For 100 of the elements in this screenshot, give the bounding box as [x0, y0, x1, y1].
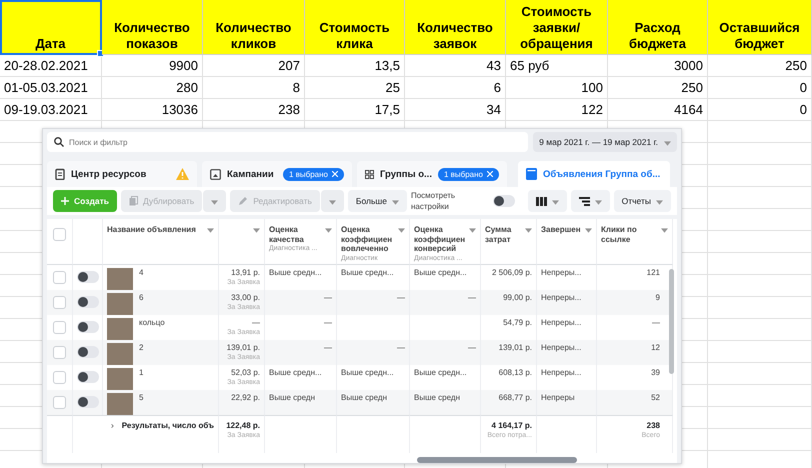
table-cell-text: —	[468, 343, 476, 354]
reports-button[interactable]: Отчеты	[614, 190, 671, 212]
summary-value: 238	[646, 421, 660, 431]
photo-placeholder	[107, 268, 133, 290]
toggle-switch[interactable]	[77, 321, 99, 333]
sort-icon	[661, 228, 668, 233]
table-cell-text: 39	[651, 368, 660, 379]
table-cell: 6	[405, 77, 506, 99]
column-header[interactable]: Сумма затрат	[481, 219, 537, 265]
table-cell-text: 121	[646, 268, 660, 279]
table-cell-text: —	[324, 293, 332, 304]
copy-icon	[128, 196, 138, 206]
table-cell: 8	[203, 77, 305, 99]
table-cell-text: —	[324, 343, 332, 354]
breakdown-button[interactable]	[570, 190, 610, 212]
breakdown-icon	[578, 196, 590, 206]
cost-value: 52,03 р.	[231, 368, 260, 378]
column-header[interactable]: Завершен	[537, 219, 597, 265]
close-icon[interactable]	[332, 171, 338, 177]
dropdown-button[interactable]	[203, 190, 226, 212]
checkbox[interactable]	[53, 228, 66, 241]
ad-name[interactable]: 2	[139, 343, 144, 362]
checkbox[interactable]	[53, 371, 66, 384]
checkbox[interactable]	[53, 396, 66, 409]
photo-placeholder	[107, 293, 133, 315]
checkbox[interactable]	[53, 296, 66, 309]
date-range-dropdown[interactable]: 9 мар 2021 г. — 19 мар 2021 г.	[533, 132, 677, 152]
table-cell: 250	[708, 55, 812, 77]
toggle-switch[interactable]	[77, 396, 99, 408]
table-cell: 0	[708, 77, 812, 99]
column-header[interactable]: Клики по ссылке	[597, 219, 673, 265]
sort-icon	[585, 228, 592, 233]
caret-icon	[211, 200, 218, 205]
summary-label: Результаты, число объ	[122, 421, 214, 431]
toggle-switch[interactable]	[492, 195, 515, 207]
ad-name[interactable]: 1	[139, 368, 144, 387]
cost-value: 13,91 р.	[231, 268, 260, 278]
column-header[interactable]: Название объявления	[103, 219, 219, 265]
sort-icon	[525, 228, 532, 233]
table-cell-text: Непреры...	[541, 293, 582, 304]
search-field[interactable]: Поиск и фильтр	[47, 132, 528, 152]
selection-chip[interactable]: 1 выбрано	[282, 168, 344, 180]
dropdown-button[interactable]	[320, 190, 344, 212]
close-icon[interactable]	[487, 171, 493, 177]
table-cell-text: 9	[656, 293, 660, 304]
table-cell: 100	[506, 77, 608, 99]
scrollbar[interactable]	[669, 269, 674, 374]
selection-chip[interactable]: 1 выбрано	[438, 168, 499, 180]
ad-name[interactable]: 5	[139, 393, 144, 412]
grid-icon	[365, 168, 374, 180]
tab[interactable]: Кампании 1 выбрано	[202, 161, 352, 187]
cost-value: 139,01 р.	[226, 343, 260, 353]
table-cell: 280	[102, 77, 203, 99]
table-cell-text: Непреры...	[541, 268, 582, 279]
chevron-icon[interactable]	[111, 422, 114, 430]
table-cell-text: Выше средн...	[341, 368, 394, 379]
table-cell-text: Непреры...	[541, 368, 582, 379]
table-cell: 20-28.02.2021	[0, 55, 102, 77]
photo-placeholder	[107, 318, 133, 340]
tab[interactable]: Группы о... 1 выбрано	[357, 161, 507, 187]
tab[interactable]: Объявления Группа об...	[518, 161, 670, 187]
tab[interactable]: Центр ресурсов	[47, 161, 197, 187]
clipboard-icon	[55, 168, 65, 180]
table-cell: 9900	[102, 55, 203, 77]
ad-name[interactable]: кольцо	[139, 318, 165, 337]
table-cell: 13,5	[305, 55, 405, 77]
cost-value: —	[252, 318, 260, 328]
checkbox[interactable]	[53, 321, 66, 334]
table-cell-text: Непреры	[541, 393, 575, 404]
columns-icon	[536, 196, 547, 206]
table-cell-text: Выше средн...	[269, 268, 322, 279]
toggle-switch[interactable]	[77, 296, 99, 308]
ad-name[interactable]: 6	[139, 293, 144, 312]
header-cell: Количество заявок	[405, 0, 506, 55]
toggle-switch[interactable]	[77, 346, 99, 358]
checkbox[interactable]	[53, 346, 66, 359]
scrollbar[interactable]	[417, 457, 577, 463]
caret-icon	[656, 200, 663, 205]
toggle-switch[interactable]	[77, 271, 99, 283]
table-cell-text: 608,13 р.	[498, 368, 532, 379]
table-cell-text: Непреры...	[541, 343, 582, 354]
checkbox[interactable]	[53, 271, 66, 284]
table-cell-text: Выше средн...	[414, 368, 467, 379]
toggle-switch[interactable]	[77, 371, 99, 383]
table-cell-text: Непреры...	[541, 318, 582, 329]
table-cell: 207	[203, 55, 305, 77]
photo-placeholder	[107, 393, 133, 415]
columns-button[interactable]	[528, 190, 567, 212]
table-cell-text: 139,01 р.	[498, 343, 532, 354]
more-button[interactable]: Больше	[348, 190, 407, 212]
table-cell-text: Выше средн...	[341, 268, 394, 279]
tab-label: Центр ресурсов	[71, 168, 146, 180]
sort-icon	[325, 228, 332, 233]
header-cell: Стоимость клика	[305, 0, 405, 55]
ad-name[interactable]: 4	[139, 268, 144, 287]
caret-icon	[552, 200, 559, 205]
sort-icon	[253, 228, 260, 233]
table-cell: 25	[305, 77, 405, 99]
photo-placeholder	[107, 343, 133, 365]
caret-icon	[664, 141, 671, 146]
